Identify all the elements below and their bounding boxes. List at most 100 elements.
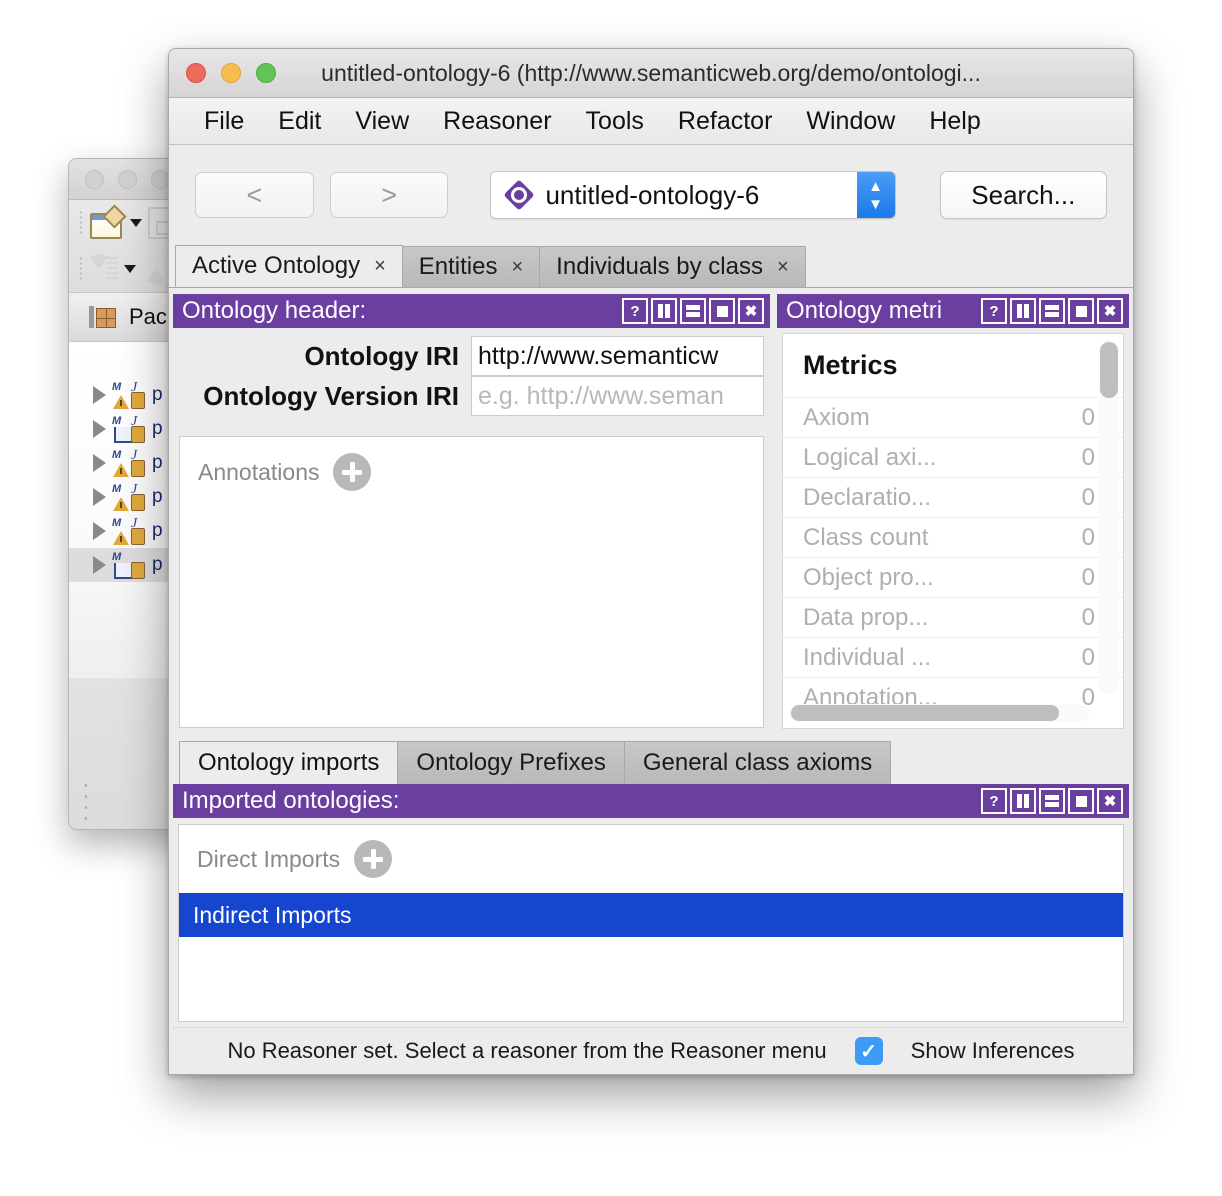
window-title: untitled-ontology-6 (http://www.semantic… <box>321 59 981 86</box>
back-button[interactable]: < <box>195 172 314 218</box>
metric-value: 0 <box>1081 403 1095 431</box>
help-icon[interactable]: ? <box>622 298 648 324</box>
resize-grip-icon[interactable] <box>83 780 87 824</box>
imports-list[interactable]: Direct Imports Indirect Imports <box>178 824 1124 1022</box>
chevron-down-icon[interactable] <box>130 219 142 227</box>
split-horizontal-icon[interactable] <box>680 298 706 324</box>
expand-arrow-icon[interactable] <box>93 454 106 472</box>
forward-button[interactable]: > <box>329 172 449 218</box>
menu-edit[interactable]: Edit <box>261 107 338 136</box>
protege-main-window: untitled-ontology-6 (http://www.semantic… <box>168 48 1134 1075</box>
close-icon[interactable] <box>186 63 206 83</box>
tab-close-icon[interactable]: × <box>374 255 386 278</box>
maximize-panel-icon[interactable] <box>1068 788 1094 814</box>
expand-arrow-icon[interactable] <box>93 420 106 438</box>
menu-help[interactable]: Help <box>912 107 997 136</box>
add-import-icon[interactable] <box>354 840 393 878</box>
import-icon[interactable] <box>88 254 118 284</box>
metric-value: 0 <box>1081 643 1095 671</box>
jar-warning-icon: MJ <box>112 448 146 477</box>
toolbar-grip-2[interactable] <box>79 256 82 282</box>
new-window-icon[interactable] <box>88 204 127 239</box>
annotations-header: Annotations <box>198 453 763 491</box>
tab-entities[interactable]: Entities × <box>401 246 541 287</box>
panel-title: Imported ontologies: <box>182 787 400 814</box>
tab-label: Active Ontology <box>192 252 361 279</box>
toolbar-grip[interactable] <box>79 210 82 236</box>
close-panel-icon[interactable]: ✖ <box>1097 298 1123 324</box>
ontology-header-titlebar: Ontology header: ? ✖ <box>173 294 770 328</box>
ontology-version-iri-input[interactable]: e.g. http://www.seman <box>471 376 764 416</box>
metric-row: Object pro... 0 <box>783 557 1123 597</box>
tab-close-icon[interactable]: × <box>511 256 523 279</box>
ontology-icon <box>503 179 536 211</box>
jar-warning-icon: MJ <box>112 482 146 511</box>
annotations-area[interactable]: Annotations <box>179 436 764 728</box>
help-icon[interactable]: ? <box>981 788 1007 814</box>
metrics-horizontal-scrollbar[interactable] <box>789 704 1089 722</box>
metric-row: Logical axi... 0 <box>783 437 1123 477</box>
add-annotation-icon[interactable] <box>333 453 372 491</box>
metric-name: Individual ... <box>803 643 932 671</box>
close-panel-icon[interactable]: ✖ <box>1097 788 1123 814</box>
split-vertical-icon[interactable] <box>1010 298 1036 324</box>
maximize-icon[interactable] <box>256 63 276 83</box>
expand-arrow-icon[interactable] <box>93 556 106 574</box>
bottom-tab-bar: Ontology imports Ontology Prefixes Gener… <box>173 740 1129 784</box>
metric-value: 0 <box>1081 523 1095 551</box>
menu-reasoner[interactable]: Reasoner <box>426 107 568 136</box>
minimize-icon[interactable] <box>221 63 241 83</box>
tab-general-class-axioms[interactable]: General class axioms <box>623 741 892 784</box>
split-vertical-icon[interactable] <box>1010 788 1036 814</box>
ontology-metrics-titlebar: Ontology metri ? ✖ <box>777 294 1129 328</box>
search-button[interactable]: Search... <box>939 171 1107 219</box>
split-horizontal-icon[interactable] <box>1039 788 1065 814</box>
tab-active-ontology[interactable]: Active Ontology × <box>175 245 403 287</box>
navigation-toolbar: < > untitled-ontology-6 ▲ ▼ Search... <box>169 145 1133 245</box>
panel-buttons: ? ✖ <box>622 298 764 324</box>
maximize-panel-icon[interactable] <box>709 298 735 324</box>
ontology-version-iri-row: Ontology Version IRI e.g. http://www.sem… <box>173 376 770 416</box>
show-inferences-checkbox[interactable]: ✓ <box>854 1037 883 1065</box>
active-ontology-content: Ontology header: ? ✖ Ontology IRI http:/… <box>169 287 1133 1074</box>
expand-arrow-icon[interactable] <box>93 386 106 404</box>
split-horizontal-icon[interactable] <box>1039 298 1065 324</box>
tree-item-label: p <box>152 384 163 405</box>
ontology-iri-input[interactable]: http://www.semanticw <box>471 336 764 376</box>
ontology-iri-label: Ontology IRI <box>304 340 459 371</box>
combo-stepper-icon[interactable]: ▲ ▼ <box>856 172 895 218</box>
tab-close-icon[interactable]: × <box>777 256 789 279</box>
chevron-down-icon-2[interactable] <box>124 265 136 273</box>
ontology-selector-combo[interactable]: untitled-ontology-6 ▲ ▼ <box>490 171 896 219</box>
maximize-panel-icon[interactable] <box>1068 298 1094 324</box>
direct-imports-row[interactable]: Direct Imports <box>179 825 1123 893</box>
imported-ontologies-panel: Imported ontologies: ? ✖ Direct Imports … <box>173 784 1129 1027</box>
indirect-imports-row[interactable]: Indirect Imports <box>179 893 1123 937</box>
expand-arrow-icon[interactable] <box>93 522 106 540</box>
tab-ontology-prefixes[interactable]: Ontology Prefixes <box>397 741 625 784</box>
close-panel-icon[interactable]: ✖ <box>738 298 764 324</box>
metrics-vertical-scrollbar[interactable] <box>1099 340 1119 694</box>
status-bar: No Reasoner set. Select a reasoner from … <box>173 1027 1129 1074</box>
help-icon[interactable]: ? <box>981 298 1007 324</box>
ontology-header-panel: Ontology header: ? ✖ Ontology IRI http:/… <box>173 294 770 734</box>
metric-value: 0 <box>1081 563 1095 591</box>
tab-label: Entities <box>418 253 498 280</box>
tab-individuals-by-class[interactable]: Individuals by class × <box>539 246 806 287</box>
menu-tools[interactable]: Tools <box>569 107 661 136</box>
background-minimize-icon[interactable] <box>118 169 137 189</box>
export-icon[interactable] <box>142 254 170 284</box>
menu-view[interactable]: View <box>338 107 426 136</box>
tab-ontology-imports[interactable]: Ontology imports <box>179 741 399 784</box>
menu-file[interactable]: File <box>187 107 261 136</box>
metrics-heading: Metrics <box>803 350 898 380</box>
split-vertical-icon[interactable] <box>651 298 677 324</box>
menu-window[interactable]: Window <box>789 107 912 136</box>
metric-row: Axiom 0 <box>783 397 1123 437</box>
metric-name: Data prop... <box>803 603 929 631</box>
background-close-icon[interactable] <box>85 169 104 189</box>
metric-name: Class count <box>803 523 929 551</box>
metrics-list[interactable]: Metrics Axiom 0 Logical axi... 0 Declara… <box>782 333 1124 729</box>
menu-refactor[interactable]: Refactor <box>661 107 789 136</box>
expand-arrow-icon[interactable] <box>93 488 106 506</box>
